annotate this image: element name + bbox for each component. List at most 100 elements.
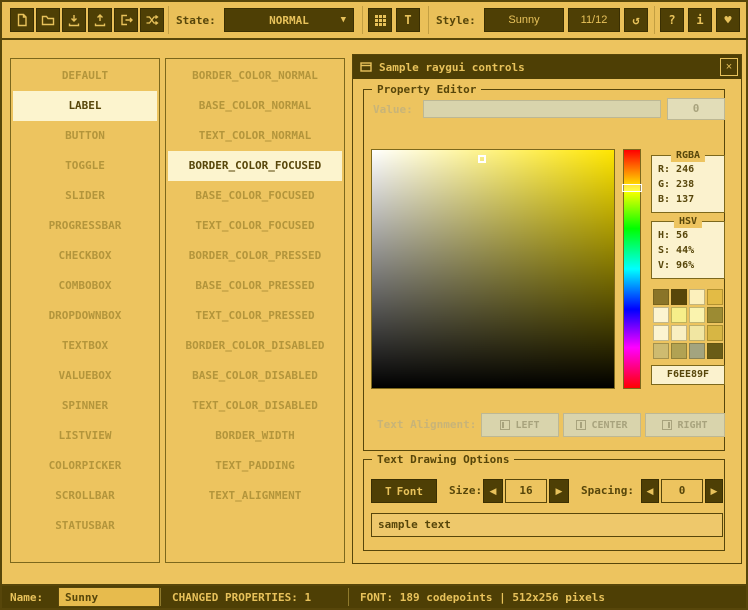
color-swatch[interactable] — [707, 343, 723, 359]
list-item-selected[interactable]: LABEL — [13, 91, 157, 121]
font-button[interactable]: T Font — [371, 479, 437, 503]
color-picker-panel[interactable] — [371, 149, 615, 389]
style-name-input[interactable]: Sunny — [58, 587, 160, 607]
list-item[interactable]: SLIDER — [13, 181, 157, 211]
sample-text-input[interactable]: sample text — [371, 513, 723, 537]
list-item-selected[interactable]: BORDER_COLOR_FOCUSED — [168, 151, 342, 181]
color-swatch[interactable] — [707, 307, 723, 323]
window-titlebar[interactable]: Sample raygui controls × — [353, 55, 741, 79]
list-item[interactable]: TEXT_COLOR_PRESSED — [168, 301, 342, 331]
list-item[interactable]: SPINNER — [13, 391, 157, 421]
color-swatch[interactable] — [671, 289, 687, 305]
style-index-button[interactable]: 11/12 — [568, 8, 620, 32]
hsv-v-value: V: 96% — [658, 258, 724, 273]
rgba-b-value: B: 137 — [658, 192, 724, 207]
name-label: Name: — [10, 586, 43, 608]
hex-color-input[interactable]: F6EE89F — [651, 365, 725, 385]
align-center-toggle[interactable]: CENTER — [563, 413, 641, 437]
arrow-left-icon: ◀ — [490, 486, 497, 497]
info-button[interactable]: i — [688, 8, 712, 32]
color-picker-cursor[interactable] — [478, 155, 486, 163]
reload-style-button[interactable]: ↺ — [624, 8, 648, 32]
spacing-value-box[interactable]: 0 — [661, 479, 703, 503]
list-item[interactable]: TOGGLE — [13, 151, 157, 181]
hue-slider[interactable] — [623, 149, 641, 389]
list-item[interactable]: CHECKBOX — [13, 241, 157, 271]
list-item[interactable]: DROPDOWNBOX — [13, 301, 157, 331]
list-item[interactable]: VALUEBOX — [13, 361, 157, 391]
style-name-button[interactable]: Sunny — [484, 8, 564, 32]
spacing-increase-button[interactable]: ▶ — [705, 479, 723, 503]
toolbar-separator — [654, 6, 655, 34]
align-right-toggle[interactable]: RIGHT — [645, 413, 725, 437]
text-alignment-label: Text Alignment: — [377, 418, 476, 431]
spacing-decrease-button[interactable]: ◀ — [641, 479, 659, 503]
new-file-button[interactable] — [10, 8, 34, 32]
toolbar-separator — [362, 6, 363, 34]
color-swatch[interactable] — [707, 289, 723, 305]
size-decrease-button[interactable]: ◀ — [483, 479, 503, 503]
list-item[interactable]: BASE_COLOR_PRESSED — [168, 271, 342, 301]
help-button[interactable]: ? — [660, 8, 684, 32]
toolbar-separator — [168, 6, 169, 34]
list-item[interactable]: TEXTBOX — [13, 331, 157, 361]
align-left-toggle[interactable]: LEFT — [481, 413, 559, 437]
upload-icon — [93, 13, 107, 27]
list-item[interactable]: LISTVIEW — [13, 421, 157, 451]
list-item[interactable]: COMBOBOX — [13, 271, 157, 301]
align-right-label: RIGHT — [677, 420, 707, 431]
random-style-button[interactable] — [140, 8, 164, 32]
value-slider[interactable] — [423, 100, 661, 118]
chevron-down-icon: ▼ — [341, 15, 346, 25]
grid-view-button[interactable] — [368, 8, 392, 32]
color-swatch[interactable] — [671, 307, 687, 323]
value-box[interactable]: 0 — [667, 98, 725, 120]
list-item[interactable]: BASE_COLOR_DISABLED — [168, 361, 342, 391]
list-item[interactable]: BORDER_COLOR_DISABLED — [168, 331, 342, 361]
size-value-box[interactable]: 16 — [505, 479, 547, 503]
sponsor-button[interactable]: ♥ — [716, 8, 740, 32]
list-item[interactable]: TEXT_ALIGNMENT — [168, 481, 342, 511]
hsv-h-value: H: 56 — [658, 228, 724, 243]
color-swatch[interactable] — [671, 343, 687, 359]
reload-icon: ↺ — [632, 13, 639, 27]
color-swatch[interactable] — [689, 307, 705, 323]
list-item[interactable]: TEXT_COLOR_DISABLED — [168, 391, 342, 421]
list-item[interactable]: DEFAULT — [13, 61, 157, 91]
list-item[interactable]: STATUSBAR — [13, 511, 157, 541]
arrow-right-icon: ▶ — [556, 486, 563, 497]
color-swatch[interactable] — [653, 307, 669, 323]
save-style-button[interactable] — [62, 8, 86, 32]
list-item[interactable]: SCROLLBAR — [13, 481, 157, 511]
size-increase-button[interactable]: ▶ — [549, 479, 569, 503]
arrow-left-icon: ◀ — [647, 486, 654, 497]
list-item[interactable]: BASE_COLOR_NORMAL — [168, 91, 342, 121]
state-dropdown[interactable]: NORMAL ▼ — [224, 8, 354, 32]
close-icon: × — [726, 61, 732, 73]
open-style-button[interactable] — [36, 8, 60, 32]
color-swatch[interactable] — [707, 325, 723, 341]
color-swatch[interactable] — [689, 289, 705, 305]
statusbar: Name: Sunny CHANGED PROPERTIES: 1 FONT: … — [2, 584, 746, 608]
text-view-button[interactable]: T — [396, 8, 420, 32]
list-item[interactable]: BORDER_WIDTH — [168, 421, 342, 451]
list-item[interactable]: BORDER_COLOR_NORMAL — [168, 61, 342, 91]
window-close-button[interactable]: × — [720, 58, 738, 76]
color-swatch[interactable] — [653, 325, 669, 341]
list-item[interactable]: TEXT_PADDING — [168, 451, 342, 481]
color-swatch[interactable] — [653, 343, 669, 359]
list-item[interactable]: BUTTON — [13, 121, 157, 151]
export-style-button[interactable] — [114, 8, 138, 32]
list-item[interactable]: TEXT_COLOR_NORMAL — [168, 121, 342, 151]
color-swatch[interactable] — [653, 289, 669, 305]
list-item[interactable]: BORDER_COLOR_PRESSED — [168, 241, 342, 271]
list-item[interactable]: COLORPICKER — [13, 451, 157, 481]
import-style-button[interactable] — [88, 8, 112, 32]
list-item[interactable]: TEXT_COLOR_FOCUSED — [168, 211, 342, 241]
list-item[interactable]: PROGRESSBAR — [13, 211, 157, 241]
hue-slider-cursor[interactable] — [622, 184, 642, 192]
color-swatch[interactable] — [671, 325, 687, 341]
color-swatch[interactable] — [689, 325, 705, 341]
list-item[interactable]: BASE_COLOR_FOCUSED — [168, 181, 342, 211]
color-swatch[interactable] — [689, 343, 705, 359]
